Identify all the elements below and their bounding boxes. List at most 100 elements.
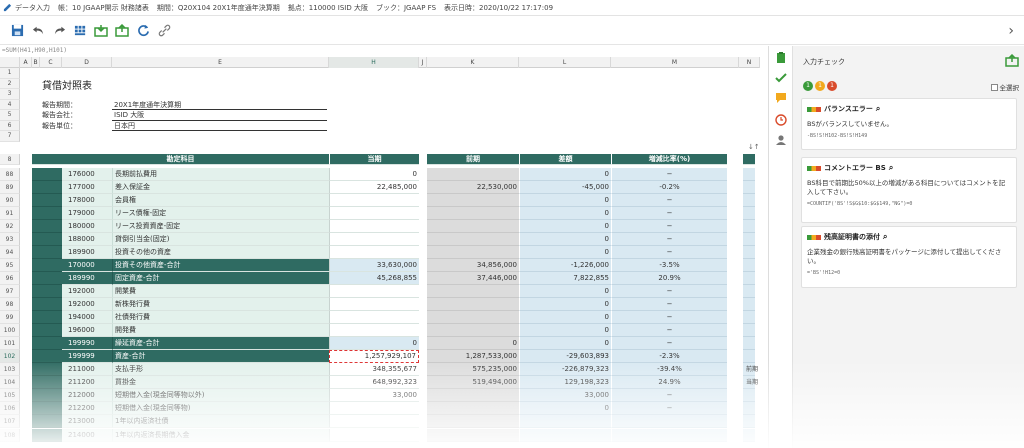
- current-value[interactable]: [329, 284, 419, 298]
- current-value[interactable]: [329, 245, 419, 259]
- check-card-attachment[interactable]: 残高証明書の添付 ⌕ 企業残金の銀行残高証明書をパッケージに添付して提出してくださ…: [801, 226, 1017, 288]
- current-value[interactable]: [329, 219, 419, 233]
- current-value[interactable]: [329, 402, 419, 416]
- current-value[interactable]: 0: [329, 167, 419, 181]
- current-value[interactable]: [329, 206, 419, 220]
- current-value[interactable]: 45,268,855: [329, 271, 419, 285]
- error-badge[interactable]: 1: [827, 81, 837, 91]
- row-header[interactable]: 101: [0, 337, 20, 351]
- row-right-band: [743, 402, 755, 416]
- current-value[interactable]: [329, 232, 419, 246]
- grid-button[interactable]: [71, 22, 89, 40]
- row-header[interactable]: 4: [0, 99, 20, 110]
- select-all-checkbox[interactable]: [990, 83, 998, 91]
- row-header[interactable]: 108: [0, 428, 20, 442]
- expand-panel-button[interactable]: ›: [1008, 23, 1014, 39]
- link-button[interactable]: [155, 22, 173, 40]
- row-header[interactable]: 3: [0, 89, 20, 100]
- current-value[interactable]: 33,000: [329, 389, 419, 403]
- column-header-D[interactable]: D: [62, 57, 112, 68]
- row-header[interactable]: 95: [0, 258, 20, 272]
- row-header[interactable]: 94: [0, 245, 20, 259]
- column-header-L[interactable]: L: [519, 57, 611, 68]
- column-header-J[interactable]: J: [419, 57, 427, 68]
- ok-badge[interactable]: 1: [803, 81, 813, 91]
- period-value[interactable]: 20X1年度通年決算期: [112, 100, 327, 110]
- check-icon[interactable]: [775, 72, 787, 84]
- current-value[interactable]: [329, 193, 419, 207]
- current-value[interactable]: [329, 298, 419, 312]
- save-button[interactable]: [8, 22, 26, 40]
- row-header[interactable]: 104: [0, 376, 20, 390]
- undo-button[interactable]: [29, 22, 47, 40]
- row-header[interactable]: 107: [0, 415, 20, 429]
- refresh-button[interactable]: [134, 22, 152, 40]
- warning-badge[interactable]: 1: [815, 81, 825, 91]
- row-header[interactable]: 91: [0, 206, 20, 220]
- check-card-comment[interactable]: コメントエラー BS ⌕ BS科目で前期比50%以上の増減がある科目についてはコメ…: [801, 157, 1017, 223]
- row-header[interactable]: 6: [0, 120, 20, 131]
- redo-button[interactable]: [50, 22, 68, 40]
- current-value[interactable]: 0: [329, 337, 419, 351]
- column-header-N[interactable]: N: [739, 57, 760, 68]
- search-icon[interactable]: ⌕: [883, 232, 887, 242]
- row-header[interactable]: 1: [0, 68, 20, 79]
- column-header-E[interactable]: E: [112, 57, 329, 68]
- current-value[interactable]: 648,992,323: [329, 376, 419, 390]
- row-header[interactable]: 100: [0, 324, 20, 338]
- current-value[interactable]: 33,630,000: [329, 258, 419, 272]
- column-header-M[interactable]: M: [611, 57, 739, 68]
- export-button[interactable]: [113, 22, 131, 40]
- column-header-B[interactable]: B: [32, 57, 40, 68]
- row-header[interactable]: 90: [0, 193, 20, 207]
- current-value[interactable]: 22,485,000: [329, 180, 419, 194]
- diff-value: 0: [519, 402, 611, 416]
- row-left-band: [32, 363, 62, 377]
- spacer: [419, 232, 427, 246]
- unit-value[interactable]: 日本円: [112, 121, 327, 131]
- column-header-H[interactable]: H: [329, 57, 419, 68]
- comment-icon[interactable]: [775, 92, 787, 104]
- row-header[interactable]: 89: [0, 180, 20, 194]
- current-value[interactable]: [329, 311, 419, 325]
- spreadsheet-grid[interactable]: ABCDEHJKLMN 1 2 3 4 5 6 7 貸借対照表 報告期間： 20X1年度通年決算期…: [0, 57, 760, 448]
- row-header[interactable]: 7: [0, 131, 20, 142]
- row-header[interactable]: 105: [0, 389, 20, 403]
- check-card-balance[interactable]: バランスエラー ⌕ BSがバランスしていません。 -BS!S!H102-BS!S!…: [801, 98, 1017, 150]
- column-header-K[interactable]: K: [427, 57, 519, 68]
- select-all-toggle[interactable]: 全選択: [990, 82, 1019, 92]
- current-value[interactable]: [329, 415, 419, 429]
- row-header[interactable]: 96: [0, 271, 20, 285]
- document-icon[interactable]: [775, 52, 787, 64]
- account-code: 199999: [62, 350, 112, 364]
- row-header[interactable]: 92: [0, 219, 20, 233]
- row-header[interactable]: 98: [0, 298, 20, 312]
- row-header[interactable]: 2: [0, 78, 20, 89]
- row-header[interactable]: 99: [0, 311, 20, 325]
- row-header[interactable]: 88: [0, 167, 20, 181]
- current-value[interactable]: [329, 428, 419, 442]
- row-header[interactable]: 106: [0, 402, 20, 416]
- current-value[interactable]: [329, 324, 419, 338]
- select-all-corner[interactable]: [0, 57, 20, 68]
- export-excel-icon[interactable]: [1005, 54, 1019, 68]
- sort-arrows-icon[interactable]: ↓↑: [746, 142, 758, 152]
- clock-icon[interactable]: [775, 114, 787, 126]
- row-header[interactable]: 103: [0, 363, 20, 377]
- search-icon[interactable]: ⌕: [889, 163, 893, 173]
- user-icon[interactable]: [775, 134, 787, 146]
- row-header[interactable]: 93: [0, 232, 20, 246]
- formula-bar[interactable]: =SUM(H41,H90,H101): [0, 46, 768, 56]
- column-header-C[interactable]: C: [40, 57, 62, 68]
- row-header[interactable]: 8: [0, 153, 20, 165]
- company-value[interactable]: ISID 大阪: [112, 110, 327, 121]
- row-header[interactable]: 5: [0, 110, 20, 121]
- status-badges: 1 1 1: [803, 81, 837, 91]
- current-value[interactable]: 1,257,929,107: [329, 350, 419, 364]
- column-header-A[interactable]: A: [20, 57, 32, 68]
- row-header[interactable]: 102: [0, 350, 20, 364]
- search-icon[interactable]: ⌕: [876, 104, 880, 114]
- current-value[interactable]: 348,355,677: [329, 363, 419, 377]
- row-header[interactable]: 97: [0, 284, 20, 298]
- import-button[interactable]: [92, 22, 110, 40]
